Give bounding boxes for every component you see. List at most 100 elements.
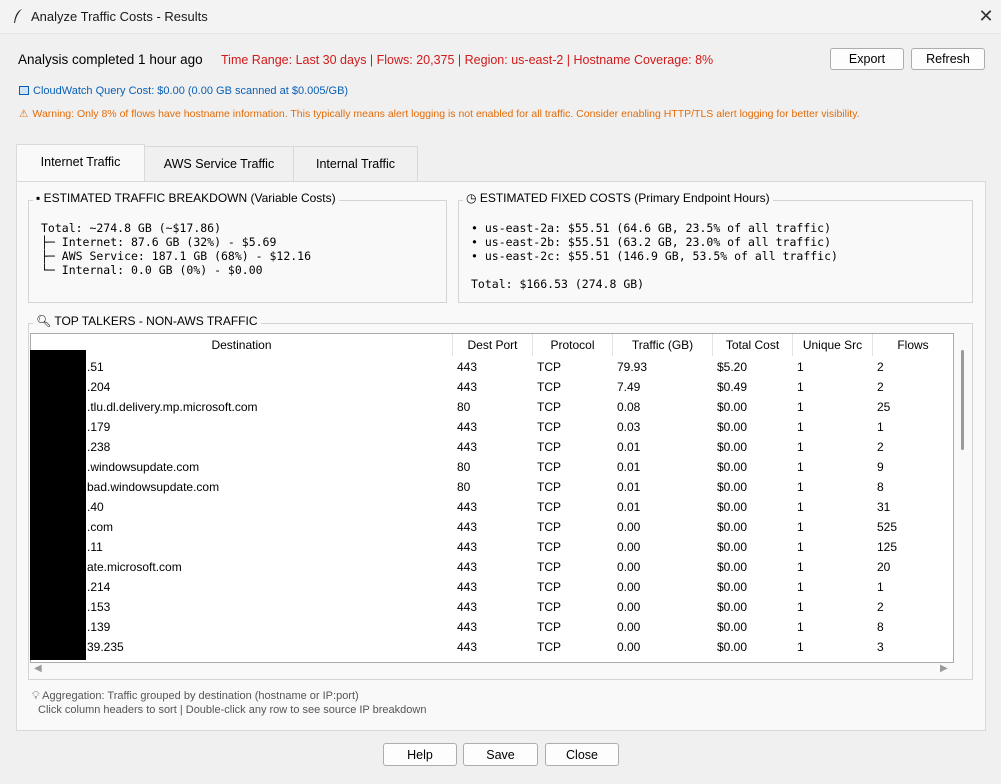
- table-row[interactable]: .windowsupdate.com 80 TCP 0.01 $0.00 1 9: [31, 457, 951, 477]
- table-row[interactable]: .139 443 TCP 0.00 $0.00 1 8: [31, 617, 951, 637]
- tab-internal-traffic[interactable]: Internal Traffic: [293, 146, 418, 182]
- table-cell: 0.00: [617, 620, 641, 634]
- table-cell: $0.00: [717, 520, 748, 534]
- table-row[interactable]: .51 443 TCP 79.93 $5.20 1 2: [31, 357, 951, 377]
- table-cell: 443: [457, 360, 478, 374]
- table-row[interactable]: .204 443 TCP 7.49 $0.49 1 2: [31, 377, 951, 397]
- table-row[interactable]: 39.235 443 TCP 0.00 $0.00 1 3: [31, 637, 951, 657]
- table-cell: $0.49: [717, 380, 748, 394]
- breakdown-line: ├─ AWS Service: 187.1 GB (68%) - $12.16: [41, 249, 312, 263]
- table-row[interactable]: .238 443 TCP 0.01 $0.00 1 2: [31, 437, 951, 457]
- table-cell: 1: [797, 400, 804, 414]
- scroll-left-icon[interactable]: ◀: [34, 663, 42, 674]
- table-cell: 2: [877, 440, 884, 454]
- table-row[interactable]: .tlu.dl.delivery.mp.microsoft.com 80 TCP 0.…: [31, 397, 951, 417]
- table-cell: 9: [877, 460, 884, 474]
- column-header-protocol[interactable]: Protocol: [533, 334, 613, 356]
- column-header-total-cost[interactable]: Total Cost: [713, 334, 793, 356]
- table-cell: 0.01: [617, 460, 641, 474]
- table-cell: TCP: [537, 380, 561, 394]
- table-cell: 25: [877, 400, 891, 414]
- table-cell: 3: [877, 640, 884, 654]
- table-cell: 525: [877, 520, 898, 534]
- table-row[interactable]: .153 443 TCP 0.00 $0.00 1 2: [31, 597, 951, 617]
- table-row[interactable]: .214 443 TCP 0.00 $0.00 1 1: [31, 577, 951, 597]
- column-header-flows[interactable]: Flows: [873, 334, 953, 356]
- clock-icon: ◷: [466, 191, 480, 205]
- table-cell: .139: [87, 620, 111, 634]
- table-cell: 1: [797, 560, 804, 574]
- table-cell: 0.00: [617, 640, 641, 654]
- export-button[interactable]: Export: [830, 48, 904, 70]
- table-cell: .238: [87, 440, 111, 454]
- table-cell: TCP: [537, 600, 561, 614]
- column-header-dest-port[interactable]: Dest Port: [453, 334, 533, 356]
- table-cell: .214: [87, 580, 111, 594]
- refresh-button[interactable]: Refresh: [911, 48, 985, 70]
- table-cell: $0.00: [717, 540, 748, 554]
- table-cell: .tlu.dl.delivery.mp.microsoft.com: [87, 400, 258, 414]
- table-cell: 1: [797, 420, 804, 434]
- close-button[interactable]: Close: [545, 743, 619, 766]
- vertical-scrollbar[interactable]: [961, 350, 964, 450]
- column-header-traffic[interactable]: Traffic (GB): [613, 334, 713, 356]
- table-cell: 0.01: [617, 480, 641, 494]
- warning-text: Warning: Only 8% of flows have hostname …: [32, 108, 860, 120]
- table-cell: 443: [457, 520, 478, 534]
- table-cell: TCP: [537, 420, 561, 434]
- table-cell: TCP: [537, 540, 561, 554]
- table-cell: 31: [877, 500, 891, 514]
- table-cell: .windowsupdate.com: [87, 460, 200, 474]
- table-cell: .40: [87, 500, 104, 514]
- fixed-cost-line: • us-east-2c: $55.51 (146.9 GB, 53.5% of…: [471, 249, 838, 263]
- table-cell: TCP: [537, 440, 561, 454]
- top-talkers-table: Destination Dest Port Protocol Traffic (…: [30, 333, 954, 663]
- table-cell: 0.00: [617, 560, 641, 574]
- horizontal-scrollbar[interactable]: ◀ ▶: [30, 663, 954, 679]
- table-cell: TCP: [537, 640, 561, 654]
- column-header-unique-src[interactable]: Unique Src: [793, 334, 873, 356]
- table-cell: .204: [87, 380, 111, 394]
- table-cell: 80: [457, 480, 471, 494]
- redaction-block: [30, 350, 86, 660]
- help-button[interactable]: Help: [383, 743, 457, 766]
- table-row[interactable]: ate.microsoft.com 443 TCP 0.00 $0.00 1 20: [31, 557, 951, 577]
- table-cell: 0.01: [617, 440, 641, 454]
- table-cell: TCP: [537, 500, 561, 514]
- table-cell: 8: [877, 480, 884, 494]
- close-window-icon[interactable]: ✕: [972, 2, 1000, 30]
- table-cell: 1: [797, 440, 804, 454]
- table-row[interactable]: .11 443 TCP 0.00 $0.00 1 125: [31, 537, 951, 557]
- scroll-right-icon[interactable]: ▶: [940, 663, 948, 674]
- table-row[interactable]: .40 443 TCP 0.01 $0.00 1 31: [31, 497, 951, 517]
- table-cell: TCP: [537, 480, 561, 494]
- fixed-cost-total: Total: $166.53 (274.8 GB): [471, 277, 645, 291]
- table-cell: $5.20: [717, 360, 748, 374]
- table-cell: bad.windowsupdate.com: [87, 480, 220, 494]
- table-row[interactable]: .179 443 TCP 0.03 $0.00 1 1: [31, 417, 951, 437]
- table-row[interactable]: .com 443 TCP 0.00 $0.00 1 525: [31, 517, 951, 537]
- save-button[interactable]: Save: [463, 743, 538, 766]
- table-cell: 0.01: [617, 500, 641, 514]
- top-talkers-title: 🔍︎ TOP TALKERS - NON-AWS TRAFFIC: [33, 314, 261, 328]
- table-cell: $0.00: [717, 400, 748, 414]
- breakdown-line: Total: ~274.8 GB (~$17.86): [41, 221, 222, 235]
- table-cell: 1: [797, 620, 804, 634]
- save-disk-icon: ▪: [36, 191, 44, 205]
- table-cell: .153: [87, 600, 111, 614]
- table-cell: 1: [797, 500, 804, 514]
- table-cell: 2: [877, 360, 884, 374]
- table-cell: 20: [877, 560, 891, 574]
- breakdown-line: ├─ Internet: 87.6 GB (32%) - $5.69: [41, 235, 277, 249]
- column-header-destination[interactable]: Destination: [31, 334, 453, 356]
- table-row[interactable]: bad.windowsupdate.com 80 TCP 0.01 $0.00 1 8: [31, 477, 951, 497]
- tab-internet-traffic[interactable]: Internet Traffic: [16, 144, 145, 182]
- table-cell: TCP: [537, 520, 561, 534]
- table-cell: .179: [87, 420, 111, 434]
- lightbulb-icon: 💡︎: [32, 690, 43, 702]
- table-cell: TCP: [537, 620, 561, 634]
- tab-aws-service-traffic[interactable]: AWS Service Traffic: [144, 146, 294, 182]
- analysis-status: Analysis completed 1 hour ago: [18, 52, 203, 67]
- warning-icon: ⚠: [19, 108, 29, 120]
- table-cell: 1: [797, 520, 804, 534]
